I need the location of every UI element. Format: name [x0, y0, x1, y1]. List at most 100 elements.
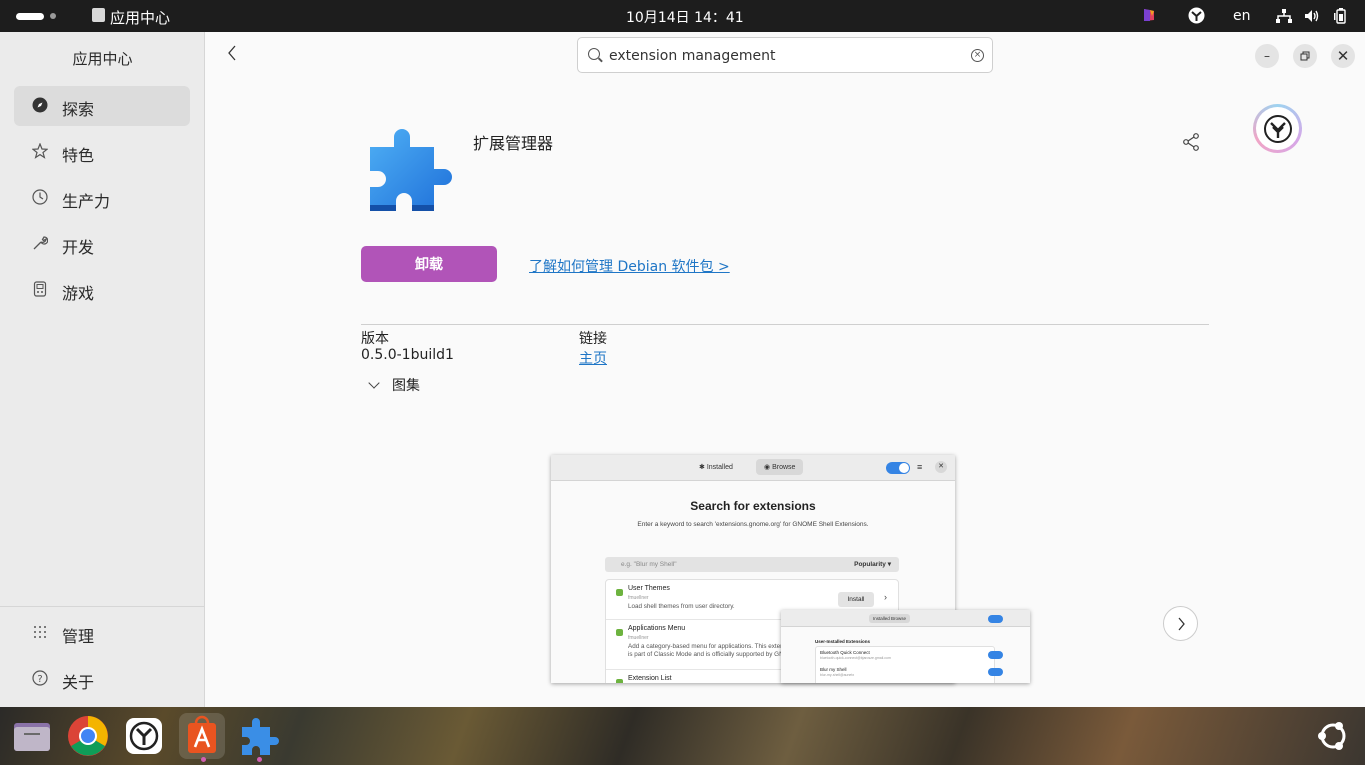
clock[interactable]: 10月14日 14：41	[626, 7, 744, 27]
dock-kylin-app[interactable]	[121, 713, 167, 759]
screenshot-tab-installed-label: Installed	[873, 616, 890, 621]
puzzle-icon	[616, 629, 623, 636]
screenshot-heading: Search for extensions	[690, 499, 816, 513]
screenshot-toggle	[988, 668, 1003, 676]
keyboard-layout-indicator[interactable]: en	[1233, 8, 1251, 24]
app-center-icon	[188, 715, 216, 753]
clear-search-icon[interactable]: ×	[971, 49, 984, 62]
dock-chrome[interactable]	[65, 713, 111, 759]
help-icon: ?	[32, 670, 48, 686]
workspace-indicator[interactable]	[50, 13, 56, 19]
app-center-window: 应用中心 探索 特色 生产力 开发 游戏 管理 ? 关于 extension m…	[0, 32, 1365, 707]
colorful-app-tray-icon[interactable]	[1141, 7, 1157, 27]
close-button[interactable]: ✕	[1331, 44, 1355, 68]
search-icon	[588, 48, 600, 60]
extension-name: Blur my Shell	[820, 667, 847, 672]
uninstall-button[interactable]: 卸载	[361, 246, 497, 282]
version-label: 版本	[361, 331, 389, 347]
sidebar-item-explore[interactable]: 探索	[14, 86, 190, 126]
chrome-icon	[68, 716, 108, 756]
active-app-name[interactable]: 应用中心	[110, 7, 170, 28]
screenshot-headerbar: Installed Browse	[781, 610, 1030, 627]
sidebar-item-productivity[interactable]: 生产力	[14, 178, 190, 218]
star-icon	[31, 142, 49, 159]
app-title: 扩展管理器	[473, 134, 554, 153]
ubuntu-logo-icon	[1318, 722, 1346, 750]
screenshot-subtitle: Enter a keyword to search 'extensions.gn…	[637, 521, 869, 528]
sidebar-title: 应用中心	[72, 50, 133, 68]
details-divider	[361, 324, 1209, 325]
homepage-link[interactable]: 主页	[579, 348, 607, 368]
dock-files[interactable]	[10, 713, 56, 759]
extension-name: Bluetooth Quick Connect	[820, 650, 870, 655]
battery-icon[interactable]	[1334, 8, 1348, 28]
version-value: 0.5.0-1build1	[361, 347, 454, 363]
sidebar-item-about[interactable]: ? 关于	[14, 659, 190, 699]
screenshot-section-title: User-Installed Extensions	[815, 639, 871, 644]
gamepad-icon	[32, 281, 48, 297]
screenshot-sort: Popularity ▾	[854, 561, 891, 568]
network-app-tray-icon[interactable]	[1188, 7, 1205, 28]
dock-extension-manager[interactable]	[236, 713, 282, 759]
gallery-next-button[interactable]	[1163, 606, 1198, 641]
show-apps-button[interactable]	[1310, 713, 1356, 759]
screenshot-tab-browse-label: Browse	[772, 464, 796, 471]
screenshot-tab-browse: ◉ Browse	[756, 459, 804, 475]
sidebar: 应用中心 探索 特色 生产力 开发 游戏 管理 ? 关于	[0, 32, 205, 707]
workspace-indicator-active[interactable]	[16, 13, 44, 20]
sidebar-item-label: 探索	[62, 100, 95, 119]
network-wired-icon[interactable]	[1276, 9, 1292, 27]
minimize-button[interactable]: –	[1255, 44, 1279, 68]
volume-icon[interactable]	[1304, 9, 1320, 27]
search-input[interactable]	[609, 46, 959, 66]
extension-author: blur-my-shell@aunetx	[820, 673, 855, 677]
puzzle-icon	[616, 679, 623, 683]
extension-name: Extension List	[628, 675, 672, 682]
screenshot-sort-label: Popularity	[854, 561, 886, 568]
dock	[0, 707, 1365, 765]
puzzle-piece-app-icon	[366, 125, 456, 221]
clock-icon	[32, 189, 48, 205]
sidebar-item-games[interactable]: 游戏	[14, 270, 190, 310]
screenshot-close-icon: ✕	[935, 461, 947, 473]
extension-name: User Themes	[628, 585, 670, 592]
screenshot-installed-list: Bluetooth Quick Connect bluetooth-quick-…	[815, 646, 1003, 683]
sidebar-item-development[interactable]: 开发	[14, 224, 190, 264]
screenshot-toggle	[988, 651, 1003, 659]
sidebar-item-label: 开发	[62, 238, 95, 257]
sidebar-item-featured[interactable]: 特色	[14, 132, 190, 172]
top-panel: 应用中心 10月14日 14：41 en	[0, 0, 1365, 32]
files-icon	[14, 723, 50, 751]
extension-author: fmuellner	[628, 595, 649, 601]
svg-text:?: ?	[37, 674, 42, 685]
learn-debian-packages-link[interactable]: 了解如何管理 Debian 软件包 >	[529, 256, 730, 276]
kylin-app-icon	[126, 718, 162, 754]
screenshot-headerbar: ✱ Installed ◉ Browse ≡ ✕	[551, 455, 955, 481]
screenshot-toggle	[988, 615, 1003, 623]
search-field[interactable]: ×	[577, 37, 993, 73]
puzzle-piece-icon	[242, 718, 279, 755]
sidebar-item-label: 关于	[62, 673, 95, 692]
screenshot-toggle	[886, 462, 910, 474]
screenshot-search-placeholder: e.g. "Blur my Shell"	[621, 561, 677, 568]
sidebar-item-label: 生产力	[62, 192, 111, 211]
links-label: 链接	[579, 331, 607, 347]
sidebar-item-label: 管理	[62, 627, 95, 646]
maximize-button[interactable]	[1293, 44, 1317, 68]
compass-icon	[32, 97, 48, 113]
sidebar-item-manage[interactable]: 管理	[14, 613, 190, 653]
wrench-icon	[32, 235, 49, 251]
grid-icon	[32, 624, 48, 640]
screenshot-tabs: Installed Browse	[869, 614, 911, 623]
screenshot-search-box: e.g. "Blur my Shell" Popularity ▾	[605, 557, 899, 572]
gallery-toggle[interactable]: 图集	[368, 375, 420, 395]
dock-app-center[interactable]	[179, 713, 225, 759]
extension-name: Applications Menu	[628, 625, 686, 632]
back-button[interactable]	[226, 44, 238, 67]
extension-desc: Load shell themes from user directory.	[628, 603, 735, 610]
share-icon[interactable]	[1181, 132, 1201, 156]
extension-author: bluetooth-quick-connect@bjarosze.gmail.c…	[820, 656, 891, 660]
chevron-down-icon	[368, 377, 380, 389]
sidebar-item-label: 游戏	[62, 284, 95, 303]
extension-author: fmuellner	[628, 635, 649, 641]
